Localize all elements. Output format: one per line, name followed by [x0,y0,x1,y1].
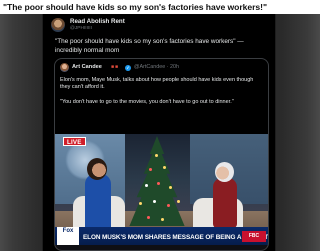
quoted-text-line: "You don't have to go to the movies, you… [60,98,234,105]
quoted-tweet[interactable]: Art Candee ■■ ✓ @ArtCandee · 20h Elon's … [54,58,269,251]
tree-lights [127,136,187,226]
corner-logo: FBC [242,231,266,242]
tweet-card[interactable]: Read Abolish Rent @JPHIIIIII "The poor s… [42,14,276,251]
quoted-tweet-header: Art Candee ■■ ✓ @ArtCandee · 20h [60,63,265,73]
emoji-icons: ■■ [111,64,120,70]
lower-third-text: ELON MUSK'S MOM SHARES MESSAGE OF BEING … [83,234,269,241]
tweet-header: Read Abolish Rent @JPHIIIIII [51,18,271,34]
quoted-text-spacer [60,92,265,99]
quoted-tweet-text: Elon's mom, Maye Musk, talks about how p… [60,77,265,106]
guest-head [215,162,234,182]
author-avatar[interactable] [51,18,65,32]
host-head [87,158,107,180]
author-handle[interactable]: @JPHIIIIII [70,26,92,31]
tweet-text-line: incredibly normal mom [55,46,120,54]
author-name[interactable]: Read Abolish Rent [70,18,125,25]
host-figure [85,174,111,232]
verified-badge-icon: ✓ [125,64,131,71]
quoted-author-avatar[interactable] [60,63,69,72]
quoted-text-line: Elon's mom, Maye Musk, talks about how p… [60,77,254,83]
network-logo: Fox [57,227,79,245]
quoted-author-name[interactable]: Art Candee [72,64,102,70]
tweet-text: "The poor should have kids so my son's f… [55,38,267,56]
news-ticker [55,245,268,250]
quoted-handle-time[interactable]: @ArtCandee · 20h [134,64,179,70]
tweet-text-line: "The poor should have kids so my son's f… [55,38,244,45]
quoted-text-line: they can't afford it. [60,84,105,91]
video-player[interactable]: LIVE Fox ELON MUSK'S MOM SHARES MESSAGE … [55,134,269,250]
headline: "The poor should have kids so my son's f… [3,2,267,12]
guest-figure [213,178,237,228]
screenshot-backdrop: Read Abolish Rent @JPHIIIIII "The poor s… [0,14,320,251]
live-badge: LIVE [63,137,86,146]
